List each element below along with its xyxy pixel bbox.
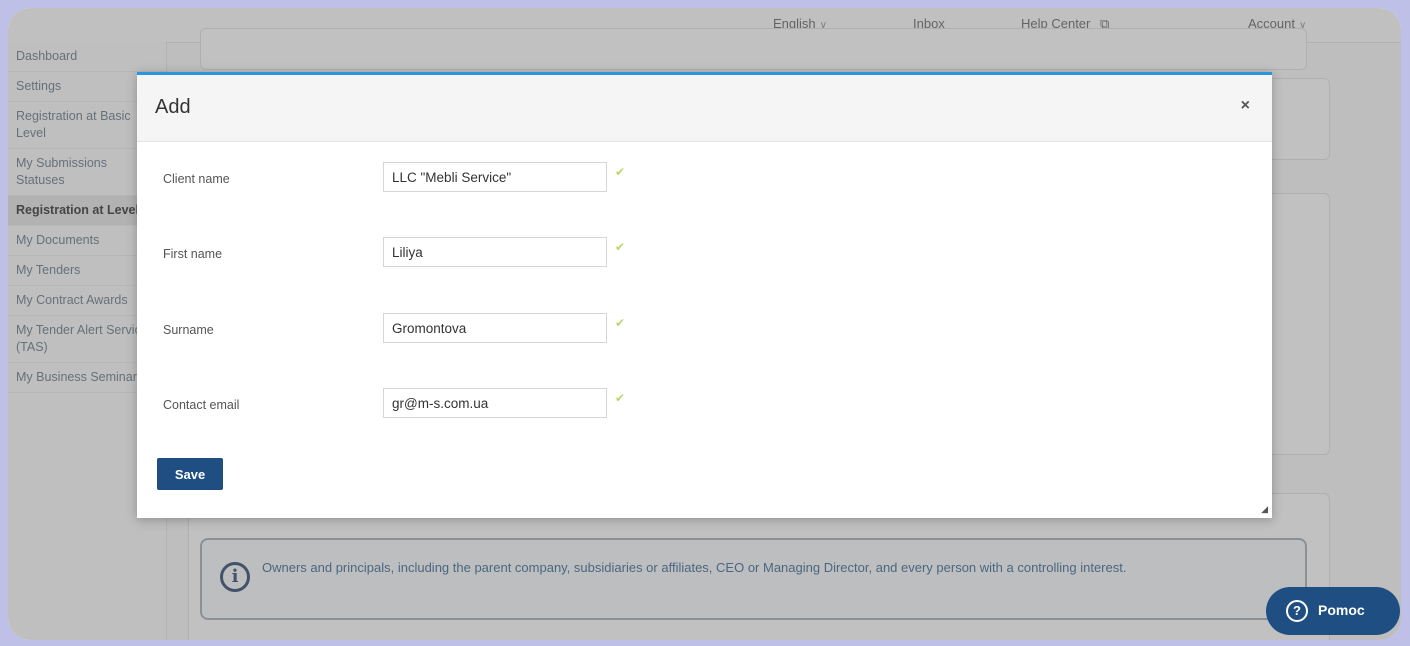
checkmark-icon: ✔ [615,316,626,330]
help-button[interactable]: ? Pomoc [1266,587,1400,635]
checkmark-icon: ✔ [615,165,626,179]
save-button[interactable]: Save [157,458,223,490]
dialog-title: Add [155,96,191,118]
close-icon[interactable]: × [1241,97,1250,115]
add-dialog: Add × Client name ✔ First name ✔ Surname… [137,72,1272,518]
first-name-label: First name [163,247,223,261]
app-frame: English ∨ Inbox Help Center ⧉ Account ∨ Da… [8,8,1401,640]
resize-handle-icon[interactable]: ◢ [1261,504,1268,515]
question-mark-icon: ? [1286,600,1308,622]
checkmark-icon: ✔ [615,391,626,405]
first-name-field[interactable] [383,237,607,267]
client-name-row: Client name ✔ [137,162,1272,196]
surname-row: Surname ✔ [137,313,1272,347]
client-name-field[interactable] [383,162,607,192]
first-name-row: First name ✔ [137,237,1272,271]
help-label: Pomoc [1318,602,1365,618]
surname-field[interactable] [383,313,607,343]
contact-email-row: Contact email ✔ [137,388,1272,422]
contact-email-label: Contact email [163,398,240,412]
client-name-label: Client name [163,172,230,186]
surname-label: Surname [163,323,214,337]
contact-email-field[interactable] [383,388,607,418]
dialog-header: Add × [137,75,1272,142]
checkmark-icon: ✔ [615,240,626,254]
